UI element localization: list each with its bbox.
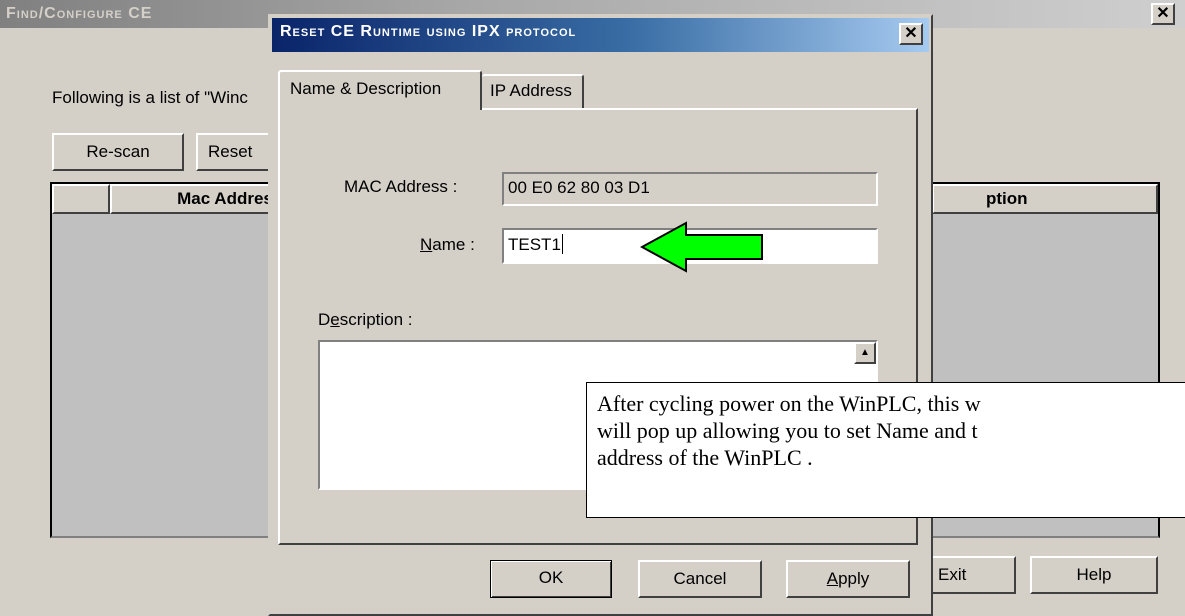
apply-mnemonic: A — [826, 569, 839, 588]
tab-ip-address[interactable]: IP Address — [482, 74, 584, 108]
green-arrow-shape — [640, 221, 763, 273]
callout-line-2: will pop up allowing you to set Name and… — [597, 418, 978, 443]
table-header-cell-description[interactable]: ption — [932, 184, 1158, 214]
dialog-title: Reset CE Runtime using IPX protocol — [280, 23, 577, 40]
name-label: Name : — [420, 235, 475, 255]
description-label-prefix: D — [318, 310, 331, 329]
description-label: Description : — [318, 310, 413, 330]
close-icon: ✕ — [1156, 5, 1170, 22]
tab-ip-address-label: IP Address — [490, 81, 572, 100]
table-header-cell-blank[interactable] — [52, 184, 110, 214]
close-icon: ✕ — [904, 25, 918, 42]
reset-ce-runtime-dialog: Reset CE Runtime using IPX protocol ✕ Na… — [268, 14, 933, 616]
tab-name-description-label: Name & Description — [290, 79, 442, 98]
scroll-up-icon: ▲ — [860, 347, 870, 358]
description-label-rest: scription : — [339, 310, 413, 329]
name-input-value: TEST1 — [508, 235, 561, 254]
apply-label-rest: pply — [838, 569, 870, 588]
exit-button[interactable]: Exit — [930, 556, 1016, 594]
help-button[interactable]: Help — [1030, 556, 1158, 594]
mac-address-label: MAC Address : — [344, 177, 458, 196]
description-scroll-up-button[interactable]: ▲ — [854, 342, 876, 364]
callout-box: After cycling power on the WinPLC, this … — [586, 382, 1185, 518]
callout-line-3: address of the WinPLC . — [597, 445, 813, 470]
ok-button[interactable]: OK — [490, 560, 612, 598]
mac-address-field: 00 E0 62 80 03 D1 — [502, 172, 878, 206]
tab-name-description[interactable]: Name & Description — [278, 70, 482, 110]
rescan-button[interactable]: Re-scan — [52, 133, 184, 171]
text-cursor — [561, 234, 563, 254]
dialog-close-button[interactable]: ✕ — [899, 23, 923, 45]
mac-address-value: 00 E0 62 80 03 D1 — [508, 178, 650, 197]
apply-button[interactable]: Apply — [786, 560, 910, 598]
description-label-mnemonic: e — [330, 310, 340, 329]
green-arrow-left-icon — [640, 221, 763, 273]
cancel-button[interactable]: Cancel — [638, 560, 762, 598]
dialog-title-bar: Reset CE Runtime using IPX protocol ✕ — [272, 18, 929, 52]
background-intro-text: Following is a list of "Winc — [52, 88, 248, 107]
background-window-title: Find/Configure CE — [6, 5, 153, 22]
name-label-rest: ame : — [432, 235, 475, 254]
background-close-button[interactable]: ✕ — [1151, 3, 1175, 25]
name-label-mnemonic: N — [420, 235, 433, 254]
table-header-description-label: ption — [986, 189, 1028, 208]
callout-line-1: After cycling power on the WinPLC, this … — [597, 391, 981, 416]
